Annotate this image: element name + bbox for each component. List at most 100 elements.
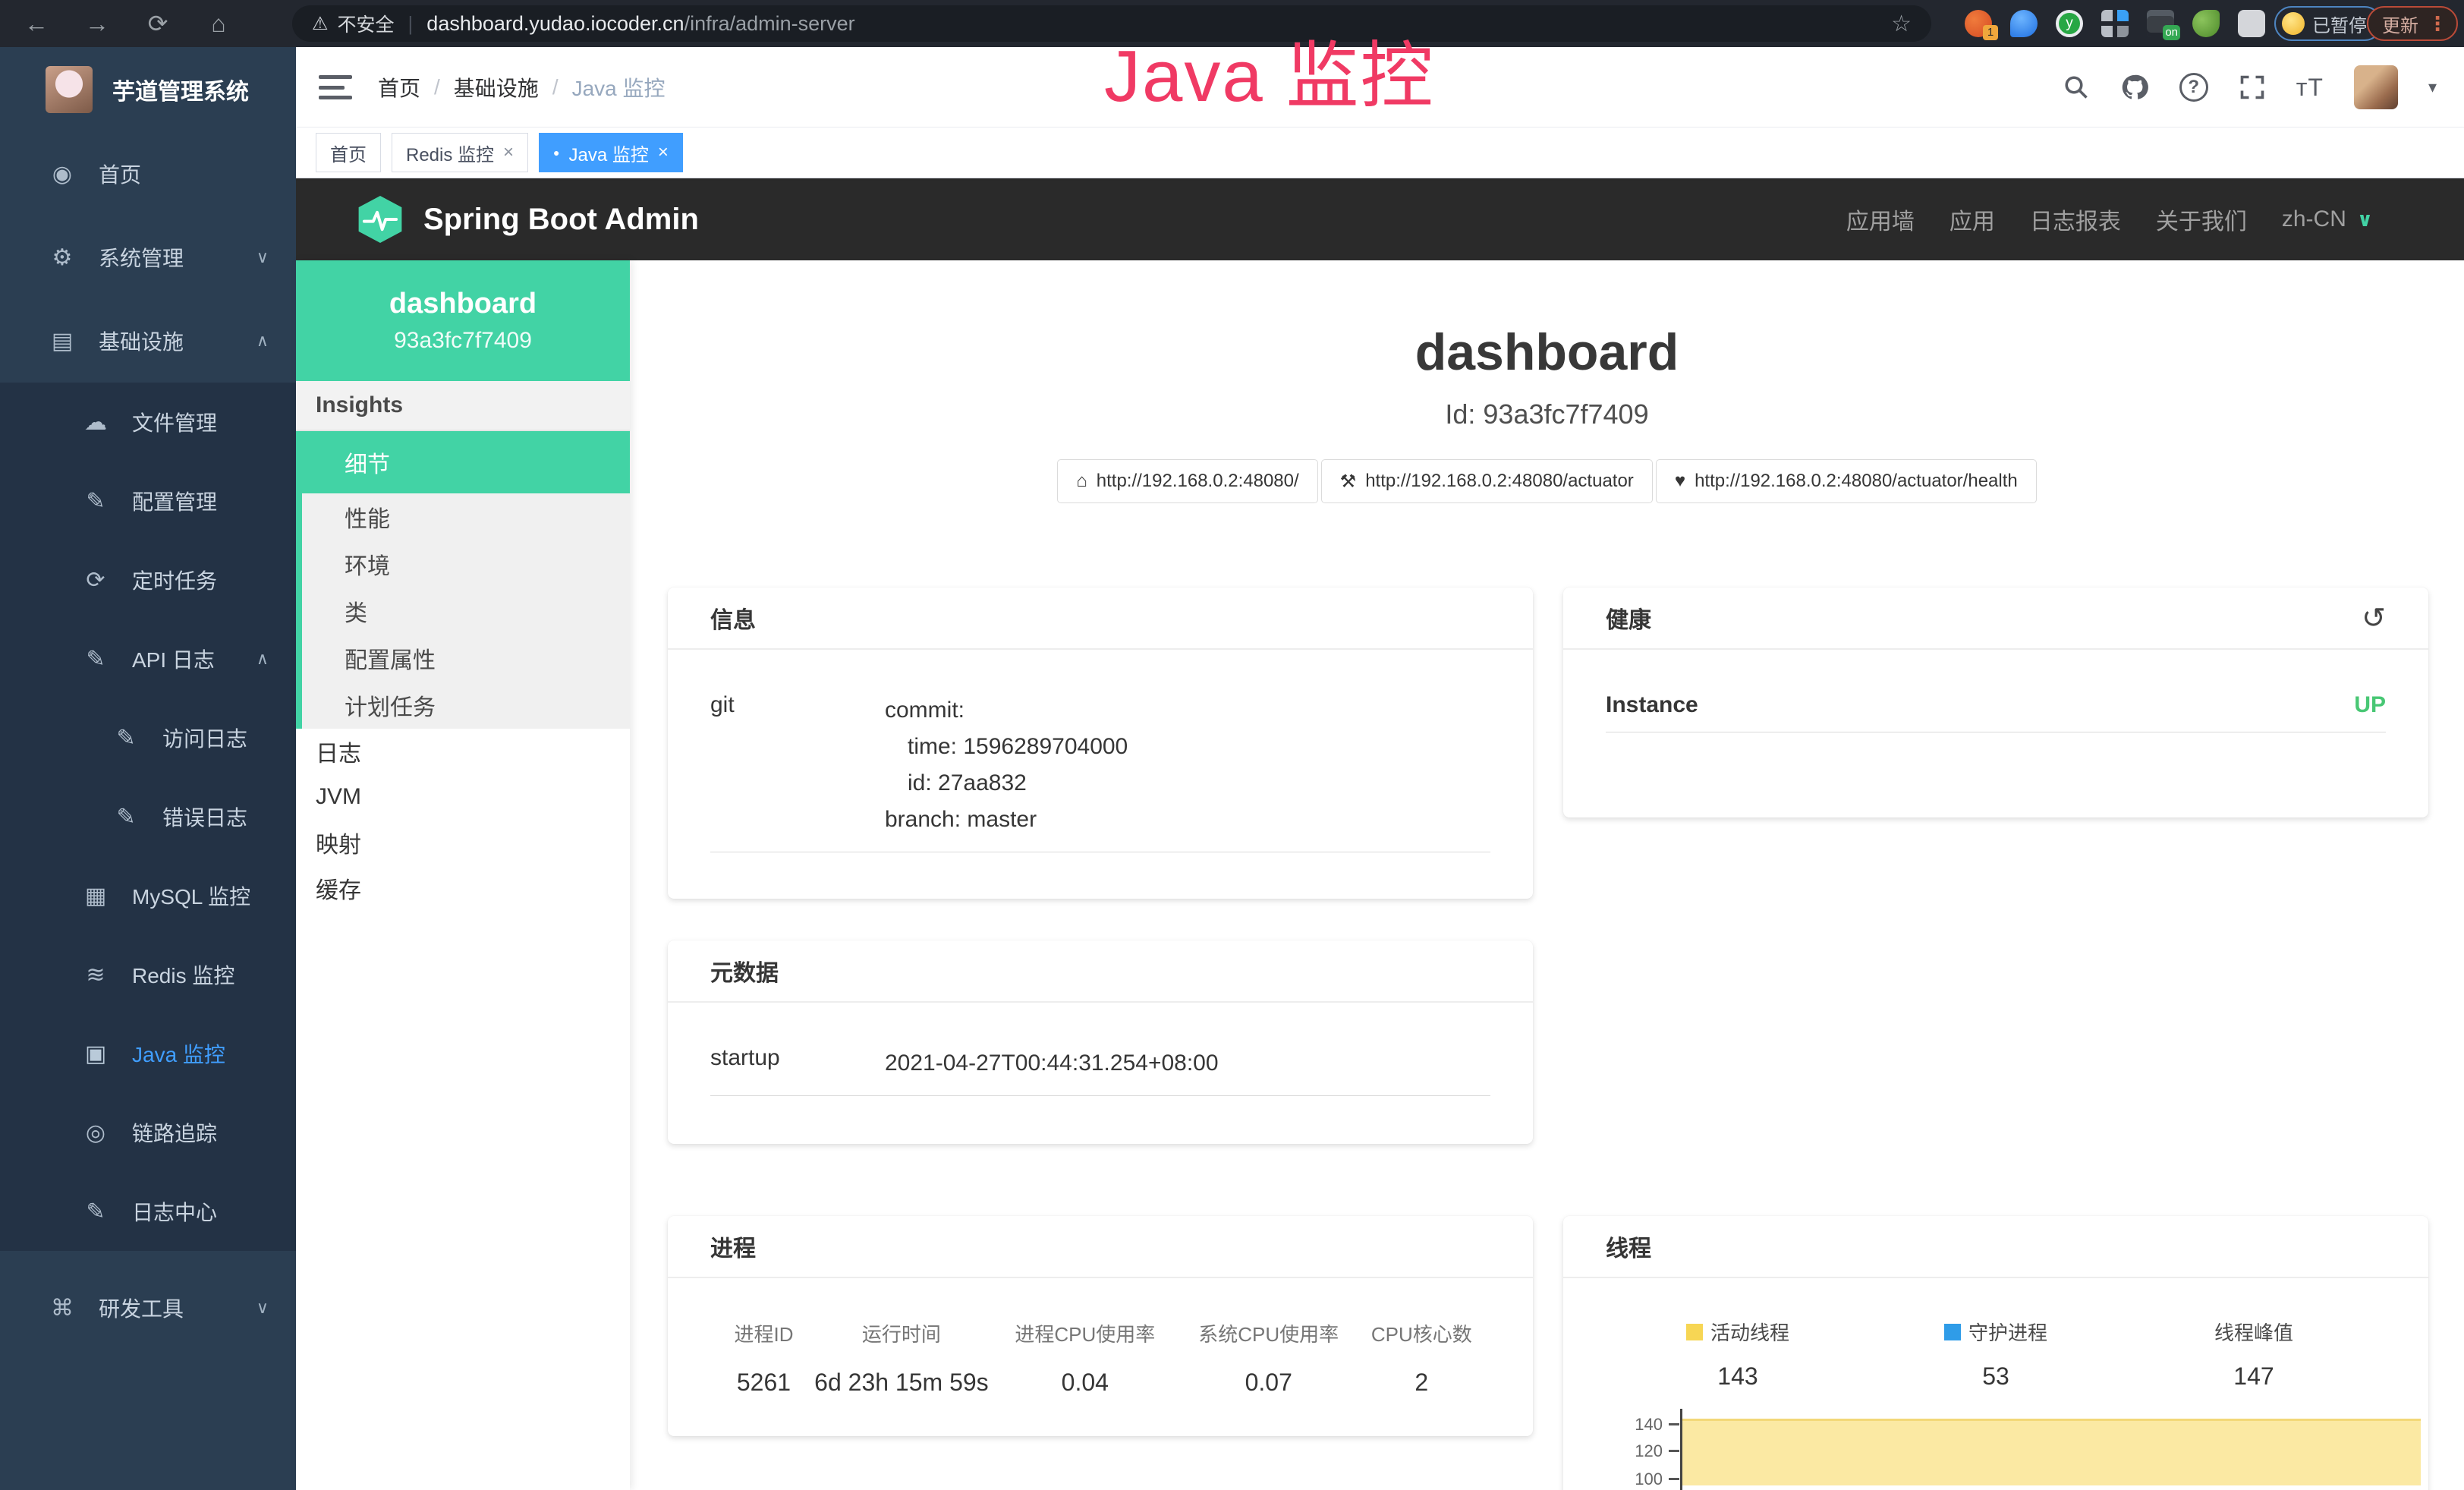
close-icon[interactable]: × (658, 142, 669, 163)
sidebar-item-api-logs[interactable]: ✎ API 日志 ∧ (0, 619, 296, 698)
chevron-up-icon: ∧ (256, 649, 269, 669)
health-card: 健康 ↺ Instance UP (1563, 587, 2428, 817)
sidebar-item-java-monitor[interactable]: ▣ Java 监控 (0, 1014, 296, 1093)
sidebar-item-system-mgmt[interactable]: ⚙ 系统管理 ∨ (0, 216, 296, 299)
breadcrumb-separator: / (434, 75, 440, 99)
info-key: git (710, 692, 885, 838)
col-cpu-cores: CPU核心数 (1361, 1319, 1483, 1347)
sidebar-item-infrastructure[interactable]: ▤ 基础设施 ∧ (0, 299, 296, 383)
sidebar-item-scheduled-tasks[interactable]: ⟳ 定时任务 (0, 540, 296, 619)
loop-icon: ⟳ (79, 567, 112, 594)
metadata-key: startup (710, 1045, 885, 1082)
sidebar-item-dev-tools[interactable]: ⌘ 研发工具 ∨ (0, 1266, 296, 1350)
breadcrumb-infrastructure[interactable]: 基础设施 (454, 72, 539, 102)
sidebar-item-tracing[interactable]: ◎ 链路追踪 (0, 1093, 296, 1172)
browser-update-button[interactable]: 更新 ⋮ (2367, 6, 2458, 41)
sba-brand[interactable]: Spring Boot Admin (296, 194, 699, 244)
menu-item-details[interactable]: 细节 (296, 431, 630, 493)
daemon-threads-swatch (1944, 1324, 1961, 1340)
help-icon[interactable]: ? (2179, 73, 2208, 102)
reload-icon[interactable]: ⟳ (143, 9, 173, 38)
breadcrumb-separator: / (552, 75, 559, 99)
grid-extension-icon[interactable] (2101, 10, 2129, 37)
sidebar-item-redis-monitor[interactable]: ≋ Redis 监控 (0, 935, 296, 1014)
legend-label: 活动线程 (1710, 1318, 1789, 1346)
y-extension-icon[interactable]: y (2056, 10, 2083, 37)
tab-redis-monitor[interactable]: Redis 监控 × (392, 133, 528, 172)
menu-item-mappings[interactable]: 映射 (296, 820, 630, 865)
sidebar-item-config-mgmt[interactable]: ✎ 配置管理 (0, 461, 296, 540)
security-label[interactable]: 不安全 (338, 10, 395, 37)
user-avatar[interactable] (2354, 65, 2398, 109)
sidebar-item-home[interactable]: ◉ 首页 (0, 132, 296, 216)
sidebar-item-label: Java 监控 (132, 1038, 225, 1069)
sidebar-item-log-center[interactable]: ✎ 日志中心 (0, 1172, 296, 1251)
metadata-startup-row: startup 2021-04-27T00:44:31.254+08:00 (710, 1045, 1490, 1096)
back-icon[interactable]: ← (21, 10, 52, 38)
app-logo-row[interactable]: 芋道管理系统 (0, 47, 296, 132)
menu-item-config-props[interactable]: 配置属性 (302, 635, 630, 682)
status-badge: UP (2354, 692, 2386, 718)
extension-icon-1[interactable]: 1 (1965, 10, 1992, 37)
fullscreen-icon[interactable] (2239, 74, 2266, 101)
breadcrumb-home[interactable]: 首页 (378, 72, 420, 102)
sba-locale-select[interactable]: zh-CN ∨ (2282, 206, 2373, 232)
sba-nav-journal[interactable]: 日志报表 (2030, 203, 2121, 236)
sidebar-item-label: 文件管理 (132, 407, 217, 437)
menu-item-beans[interactable]: 类 (302, 587, 630, 635)
sidebar-item-label: 配置管理 (132, 486, 217, 516)
menu-item-loggers[interactable]: 日志 (296, 729, 630, 774)
forward-icon[interactable]: → (82, 10, 112, 38)
avatar-caret-icon[interactable]: ▾ (2428, 77, 2437, 97)
font-size-icon[interactable]: тT (2296, 74, 2324, 102)
sidebar-item-mysql-monitor[interactable]: ▦ MySQL 监控 (0, 856, 296, 935)
menu-item-jvm[interactable]: JVM (296, 774, 630, 820)
menu-item-environment[interactable]: 环境 (302, 540, 630, 587)
paused-profile-pill[interactable]: 已暂停 (2274, 6, 2382, 41)
actuator-url-button[interactable]: ⚒ http://192.168.0.2:48080/actuator (1321, 459, 1653, 503)
y-tick-120: 120 (1617, 1441, 1663, 1461)
dark-extension-icon[interactable]: on (2147, 10, 2174, 37)
sidebar-item-label: 访问日志 (162, 723, 247, 753)
monitor-icon: ▣ (79, 1041, 112, 1067)
kebab-menu-icon[interactable]: ⋮ (2428, 12, 2447, 36)
sidebar-item-label: 研发工具 (99, 1293, 184, 1323)
sba-nav-about[interactable]: 关于我们 (2156, 203, 2247, 236)
instance-header[interactable]: dashboard 93a3fc7f7409 (296, 260, 630, 381)
git-time-line: time: 1596289704000 (885, 729, 1128, 765)
sidebar-item-error-logs[interactable]: ✎ 错误日志 (0, 777, 296, 856)
extension-badge: 1 (1983, 25, 1998, 40)
github-icon[interactable] (2120, 73, 2149, 102)
sidebar-item-label: API 日志 (132, 644, 215, 674)
sidebar-item-file-mgmt[interactable]: ☁ 文件管理 (0, 383, 296, 461)
puzzle-extensions-icon[interactable] (2238, 10, 2265, 37)
menu-item-metrics[interactable]: 性能 (302, 493, 630, 540)
search-icon[interactable] (2063, 74, 2090, 101)
health-url-button[interactable]: ♥ http://192.168.0.2:48080/actuator/heal… (1656, 459, 2037, 503)
app-logo (46, 66, 93, 113)
tab-home[interactable]: 首页 (316, 133, 381, 172)
admin-sidebar: 芋道管理系统 ◉ 首页 ⚙ 系统管理 ∨ ▤ 基础设施 ∧ ☁ 文件管理 (0, 47, 296, 1490)
process-table: 进程ID 运行时间 进程CPU使用率 系统CPU使用率 CPU核心数 5261 … (718, 1319, 1483, 1397)
table-icon: ▦ (79, 883, 112, 909)
bookmark-star-icon[interactable]: ☆ (1891, 11, 1912, 37)
history-icon[interactable]: ↺ (2362, 601, 2386, 635)
menu-item-scheduled-tasks[interactable]: 计划任务 (302, 682, 630, 729)
sba-nav-applications[interactable]: 应用 (1949, 203, 1995, 236)
process-table-values: 5261 6d 23h 15m 59s 0.04 0.07 2 (718, 1369, 1483, 1397)
browser-home-icon[interactable]: ⌂ (203, 10, 234, 38)
leaf-extension-icon[interactable] (2192, 10, 2220, 37)
pin-extension-icon[interactable] (2010, 10, 2038, 37)
metadata-value: 2021-04-27T00:44:31.254+08:00 (885, 1045, 1219, 1082)
sidebar-item-access-logs[interactable]: ✎ 访问日志 (0, 698, 296, 777)
address-bar[interactable]: ⚠ 不安全 | dashboard.yudao.iocoder.cn /infr… (292, 5, 1931, 42)
tab-java-monitor[interactable]: ● Java 监控 × (539, 133, 683, 172)
close-icon[interactable]: × (503, 142, 514, 163)
service-url-button[interactable]: ⌂ http://192.168.0.2:48080/ (1057, 459, 1317, 503)
menu-item-caches[interactable]: 缓存 (296, 865, 630, 911)
peak-threads-value: 147 (2125, 1362, 2383, 1391)
sba-nav-wallboard[interactable]: 应用墙 (1846, 203, 1915, 236)
sidebar-item-label: MySQL 监控 (132, 880, 250, 911)
sba-navbar: Spring Boot Admin 应用墙 应用 日志报表 关于我们 zh-CN… (296, 178, 2464, 260)
hamburger-icon[interactable] (319, 72, 352, 102)
